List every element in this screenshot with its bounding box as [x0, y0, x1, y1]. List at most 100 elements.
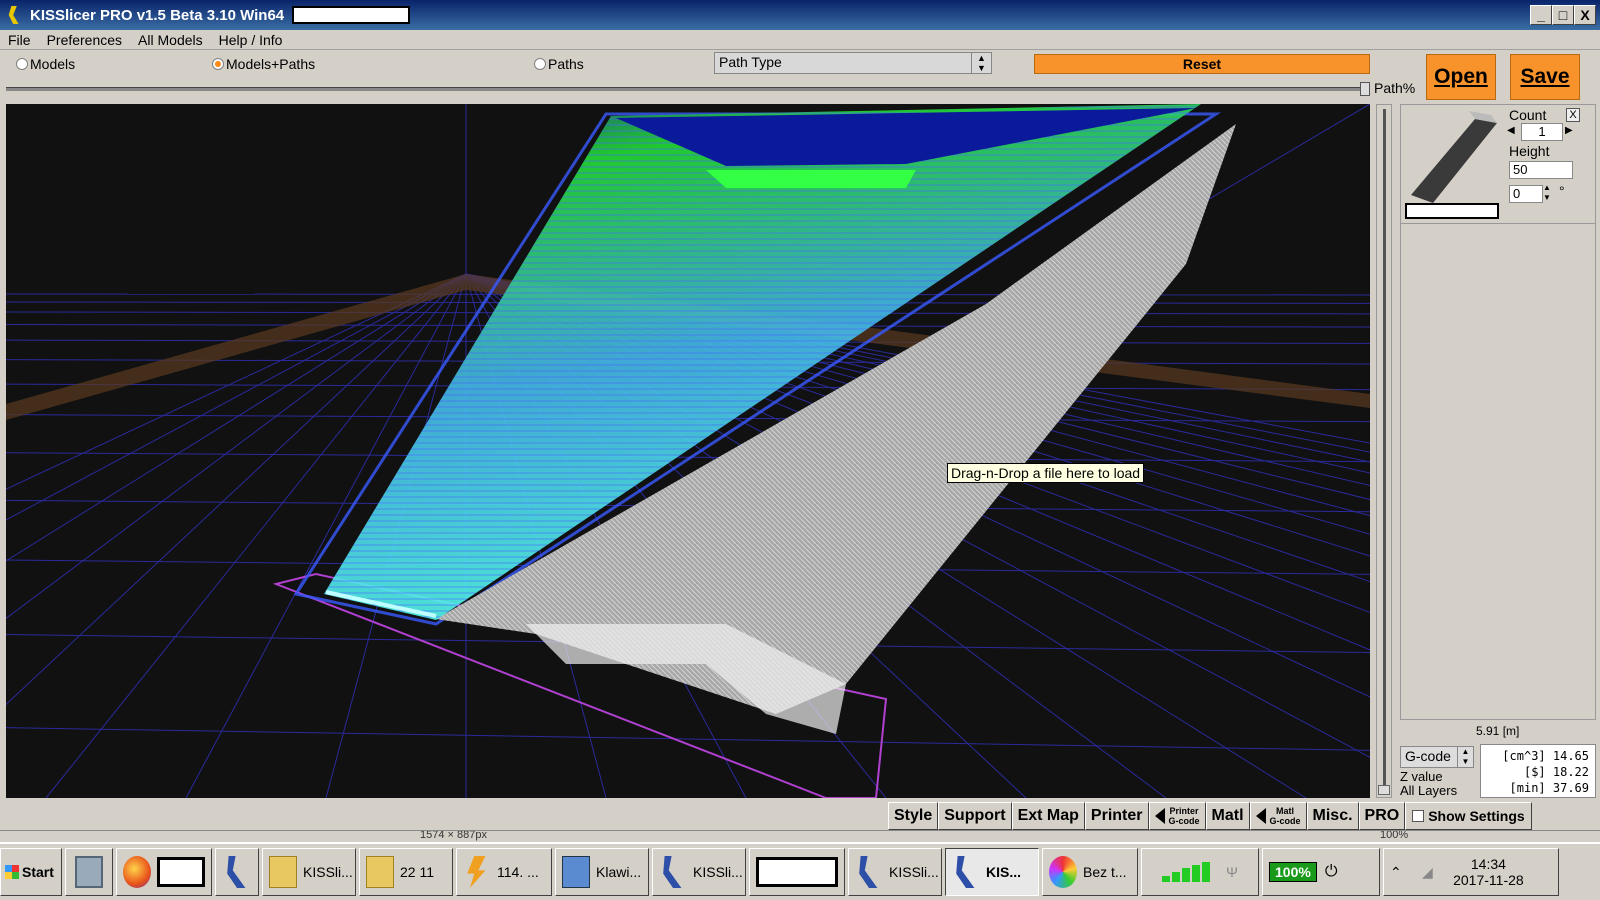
battery-tray[interactable]: 100% ⏻ [1262, 848, 1380, 896]
path-type-select[interactable]: Path Type ▲ ▼ [714, 52, 992, 74]
redacted-model-name [1405, 203, 1499, 219]
radio-paths[interactable]: Paths [534, 56, 584, 72]
layer-slider-track [1383, 109, 1386, 791]
taskbar-item-label: KIS... [986, 864, 1022, 880]
bolt-icon [467, 856, 486, 888]
show-settings-label: Show Settings [1428, 808, 1525, 824]
tab-printer[interactable]: Printer [1084, 802, 1149, 830]
drop-tooltip: Drag-n-Drop a file here to load [947, 463, 1145, 483]
firefox-quicklaunch[interactable] [116, 848, 212, 896]
taskbar-item-5[interactable]: KISSli... [652, 848, 746, 896]
kisslicer-quicklaunch[interactable] [215, 848, 259, 896]
model-panel: Count ◀ 1 ▶ Height 50 0 ▲ ▼ ° [1400, 104, 1596, 720]
menu-preferences[interactable]: Preferences [39, 32, 130, 48]
taskbar-item-7[interactable]: KIS... [945, 848, 1039, 896]
taskbar-item-label: KISSli... [693, 864, 743, 880]
tab-support[interactable]: Support [938, 802, 1012, 830]
tab-printer-gcode-line2: G-code [1168, 816, 1200, 826]
close-button[interactable]: X [1574, 5, 1596, 25]
panel-divider [1401, 223, 1595, 224]
zoom-level: 100% [1380, 830, 1409, 841]
top-infill [706, 170, 916, 188]
taskbar: Start KISSli... 22 11 114. ... Klawi... … [0, 842, 1600, 900]
radio-models-paths-label: Models+Paths [226, 56, 316, 72]
tab-matl-gcode-line2: G-code [1269, 816, 1301, 826]
save-button[interactable]: Save [1510, 54, 1580, 100]
menu-file[interactable]: File [0, 32, 39, 48]
3d-viewport[interactable] [6, 104, 1370, 798]
taskbar-item-3[interactable]: 114. ... [456, 848, 552, 896]
count-field[interactable]: 1 [1521, 123, 1563, 141]
output-select[interactable]: G-code ▲ ▼ [1400, 746, 1474, 768]
count-increase-icon[interactable]: ▶ [1565, 125, 1573, 136]
show-settings-checkbox[interactable]: Show Settings [1405, 802, 1532, 830]
print-stats: [cm^3] 14.65 [$] 18.22 [min] 37.69 [1480, 744, 1596, 798]
degree-symbol: ° [1559, 183, 1565, 199]
background-status-strip: 1574 × 887px 100% [0, 830, 1600, 842]
menu-bar: File Preferences All Models Help / Info [0, 30, 1600, 50]
radio-paths-indicator [534, 58, 546, 70]
system-clock[interactable]: ⌃ ◢ 14:34 2017-11-28 [1383, 848, 1559, 896]
calculator-quicklaunch[interactable] [65, 848, 113, 896]
open-button[interactable]: Open [1426, 54, 1496, 100]
output-select-value: G-code [1405, 748, 1451, 764]
taskbar-item-8[interactable]: Bez t... [1042, 848, 1138, 896]
start-button[interactable]: Start [0, 848, 62, 896]
layer-slider[interactable] [1376, 104, 1392, 798]
radio-models[interactable]: Models [16, 56, 75, 72]
grid-line [6, 727, 1370, 751]
maximize-button[interactable]: □ [1552, 5, 1574, 25]
tab-matl-gcode[interactable]: Matl G-code [1249, 802, 1307, 830]
tab-matl[interactable]: Matl [1205, 802, 1250, 830]
minimize-button[interactable]: _ [1530, 5, 1552, 25]
taskbar-item-label: KISSli... [889, 864, 939, 880]
battery-percent: 100% [1269, 862, 1317, 882]
radio-models-indicator [16, 58, 28, 70]
arrow-left-icon [1255, 808, 1266, 824]
taskbar-item-label: 114. ... [497, 864, 539, 880]
menu-all-models[interactable]: All Models [130, 32, 211, 48]
slider-track [6, 87, 1370, 91]
taskbar-item-6[interactable]: KISSli... [848, 848, 942, 896]
layer-slider-thumb[interactable] [1378, 785, 1390, 795]
stat-cost: [$] 18.22 [1523, 765, 1589, 779]
start-label: Start [22, 864, 54, 880]
tab-style[interactable]: Style [888, 802, 939, 830]
tab-misc[interactable]: Misc. [1306, 802, 1359, 830]
antenna-icon: Ψ [1226, 864, 1238, 880]
taskbar-item-redacted[interactable] [749, 848, 845, 896]
filament-length: 5.91 [m] [1476, 724, 1520, 738]
menu-help-info[interactable]: Help / Info [211, 32, 291, 48]
radio-models-paths-indicator [212, 58, 224, 70]
signal-tray[interactable]: Ψ [1141, 848, 1259, 896]
tab-printer-gcode[interactable]: Printer G-code [1148, 802, 1206, 830]
kisslicer-icon [956, 856, 975, 888]
tab-pro[interactable]: PRO [1358, 802, 1406, 830]
tab-ext-map[interactable]: Ext Map [1011, 802, 1085, 830]
count-label: Count [1509, 107, 1547, 123]
redacted-box [756, 857, 838, 887]
rotation-spin-icon[interactable]: ▲ ▼ [1543, 183, 1551, 203]
radio-models-paths[interactable]: Models+Paths [212, 56, 315, 72]
tray-expand-icon[interactable]: ⌃ [1390, 864, 1402, 881]
rotation-field[interactable]: 0 [1509, 185, 1543, 203]
taskbar-item-label: Bez t... [1083, 864, 1127, 880]
redacted-box [292, 6, 411, 24]
path-type-value: Path Type [719, 54, 782, 70]
kisslicer-logo-icon [8, 6, 19, 24]
clock-time: 14:34 [1470, 856, 1506, 872]
spin-arrows-icon: ▲ ▼ [971, 53, 991, 73]
height-field[interactable]: 50 [1509, 161, 1573, 179]
path-percent-slider[interactable] [6, 82, 1370, 96]
taskbar-item-1[interactable]: KISSli... [262, 848, 356, 896]
taskbar-item-4[interactable]: Klawi... [555, 848, 649, 896]
stat-time: [min] 37.69 [1509, 781, 1589, 795]
reset-button[interactable]: Reset [1034, 54, 1370, 74]
taskbar-item-2[interactable]: 22 11 [359, 848, 453, 896]
count-decrease-icon[interactable]: ◀ [1507, 125, 1515, 136]
tab-matl-gcode-line1: Matl [1276, 806, 1295, 816]
layers-label: All Layers [1400, 783, 1458, 798]
close-model-button[interactable]: X [1566, 108, 1580, 122]
folder-icon [269, 856, 297, 888]
slider-thumb[interactable] [1360, 82, 1370, 96]
